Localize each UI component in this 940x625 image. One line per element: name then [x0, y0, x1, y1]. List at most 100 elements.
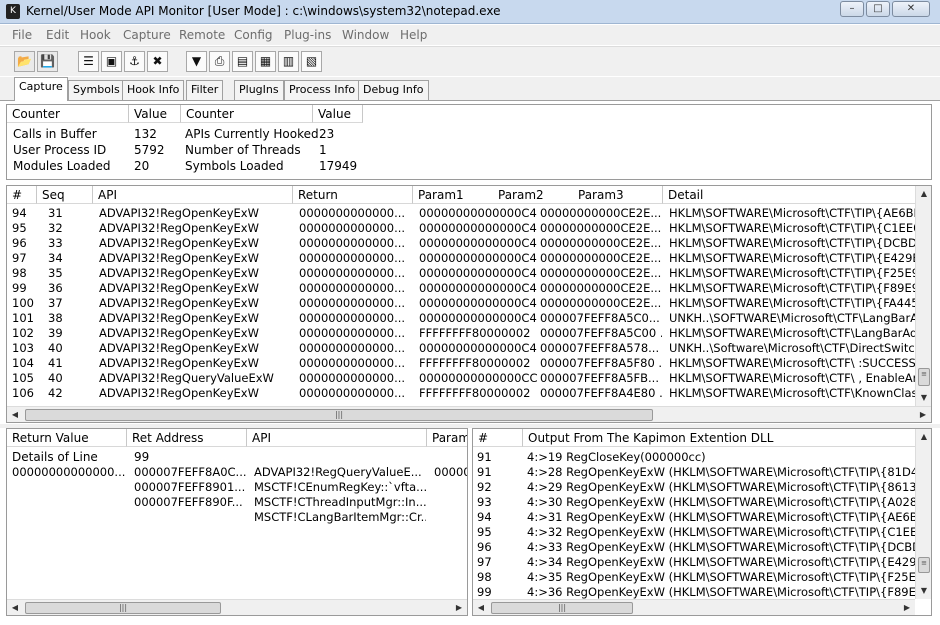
details-row[interactable]: 00000000000000... 000007FEFF8A0C... ADVAPI…	[7, 465, 467, 480]
details-row[interactable]: 000007FEFF8901... MSCTF!CEnumRegKey::`vft…	[7, 480, 467, 495]
process-icon[interactable]: ▦	[255, 51, 276, 72]
log-row[interactable]: 97 34 ADVAPI32!RegOpenKeyExW 0000000000000.…	[7, 251, 915, 266]
stop-capture-icon[interactable]: ▣	[101, 51, 122, 72]
column-header-number[interactable]: #	[473, 429, 523, 447]
maximize-button[interactable]: □	[866, 1, 890, 17]
column-header-value[interactable]: Value	[129, 105, 181, 123]
log-row[interactable]: 106 42 ADVAPI32!RegOpenKeyExW 0000000000000…	[7, 386, 915, 401]
tab-process-info[interactable]: Process Info	[284, 80, 361, 100]
column-header-ret-address[interactable]: Ret Address	[127, 429, 247, 447]
log-row[interactable]: 96 33 ADVAPI32!RegOpenKeyExW 0000000000000.…	[7, 236, 915, 251]
unhook-icon[interactable]: ✖	[147, 51, 168, 72]
thread-icon[interactable]: ▥	[278, 51, 299, 72]
menu-capture[interactable]: Capture	[123, 28, 171, 42]
column-header-counter-2[interactable]: Counter	[181, 105, 313, 123]
tab-plugins[interactable]: PlugIns	[234, 80, 284, 100]
column-header-value-2[interactable]: Value	[313, 105, 363, 123]
scroll-thumb[interactable]: |||	[25, 409, 653, 421]
column-header-param[interactable]: Param	[427, 429, 467, 447]
scroll-down-arrow-icon[interactable]: ▼	[916, 583, 931, 599]
column-header-counter[interactable]: Counter	[7, 105, 129, 123]
output-row[interactable]: 92 4:>29 RegOpenKeyExW (HKLM\SOFTWARE\Mic…	[473, 480, 915, 495]
document-icon[interactable]: ⎙	[209, 51, 230, 72]
log-row[interactable]: 103 40 ADVAPI32!RegOpenKeyExW 0000000000000…	[7, 341, 915, 356]
log-row[interactable]: 105 40 ADVAPI32!RegQueryValueExW 0000000000…	[7, 371, 915, 386]
details-row[interactable]: MSCTF!CLangBarItemMgr::Cr...	[7, 510, 467, 525]
scroll-right-arrow-icon[interactable]: ▶	[451, 600, 467, 615]
output-row[interactable]: 99 4:>36 RegOpenKeyExW (HKLM\SOFTWARE\Mic…	[473, 585, 915, 600]
menu-window[interactable]: Window	[342, 28, 389, 42]
output-vertical-scrollbar[interactable]: ▲ ≡ ▼	[915, 429, 931, 599]
filter-icon[interactable]: ▼	[186, 51, 207, 72]
list-view-icon[interactable]: ☰	[78, 51, 99, 72]
title-bar[interactable]: K Kernel/User Mode API Monitor [User Mod…	[0, 0, 940, 24]
log-vertical-scrollbar[interactable]: ▲ ≡ ▼	[915, 186, 931, 406]
output-row[interactable]: 91 4:>28 RegOpenKeyExW (HKLM\SOFTWARE\Mic…	[473, 465, 915, 480]
log-row[interactable]: 101 38 ADVAPI32!RegOpenKeyExW 0000000000000…	[7, 311, 915, 326]
api-log-list[interactable]: # Seq API Return Param1 Param2 Param3 De…	[6, 185, 932, 423]
column-header-seq[interactable]: Seq	[37, 186, 93, 204]
tab-capture[interactable]: Capture	[14, 77, 68, 101]
column-header-param1[interactable]: Param1	[413, 186, 493, 204]
log-row[interactable]: 94 31 ADVAPI32!RegOpenKeyExW 0000000000000.…	[7, 206, 915, 221]
tab-debug-info[interactable]: Debug Info	[358, 80, 429, 100]
close-button[interactable]: ✕	[892, 1, 930, 17]
column-header-param2[interactable]: Param2	[493, 186, 573, 204]
details-row[interactable]: 000007FEFF890F... MSCTF!CThreadInputMgr::…	[7, 495, 467, 510]
column-header-return-value[interactable]: Return Value	[7, 429, 127, 447]
scroll-thumb[interactable]: |||	[25, 602, 221, 614]
column-header-output[interactable]: Output From The Kapimon Extention DLL	[523, 429, 915, 447]
log-horizontal-scrollbar[interactable]: ◀ ||| ▶	[7, 406, 931, 422]
output-row[interactable]: 93 4:>30 RegOpenKeyExW (HKLM\SOFTWARE\Mic…	[473, 495, 915, 510]
details-horizontal-scrollbar[interactable]: ◀ ||| ▶	[7, 599, 467, 615]
log-row[interactable]: 100 37 ADVAPI32!RegOpenKeyExW 0000000000000…	[7, 296, 915, 311]
output-horizontal-scrollbar[interactable]: ◀ ||| ▶	[473, 599, 915, 615]
menu-file[interactable]: File	[12, 28, 32, 42]
menu-remote[interactable]: Remote	[179, 28, 225, 42]
output-row[interactable]: 96 4:>33 RegOpenKeyExW (HKLM\SOFTWARE\Mic…	[473, 540, 915, 555]
output-row[interactable]: 98 4:>35 RegOpenKeyExW (HKLM\SOFTWARE\Mic…	[473, 570, 915, 585]
column-header-return[interactable]: Return	[293, 186, 413, 204]
menu-edit[interactable]: Edit	[46, 28, 69, 42]
log-row[interactable]: 95 32 ADVAPI32!RegOpenKeyExW 0000000000000.…	[7, 221, 915, 236]
column-header-detail[interactable]: Detail	[663, 186, 917, 204]
scroll-down-arrow-icon[interactable]: ▼	[916, 390, 931, 406]
output-row[interactable]: 97 4:>34 RegOpenKeyExW (HKLM\SOFTWARE\Mic…	[473, 555, 915, 570]
tab-symbols[interactable]: Symbols	[68, 80, 125, 100]
open-icon[interactable]: 📂	[14, 51, 35, 72]
scroll-right-arrow-icon[interactable]: ▶	[899, 600, 915, 615]
scroll-thumb[interactable]: ≡	[918, 368, 930, 386]
scroll-up-arrow-icon[interactable]: ▲	[916, 429, 931, 445]
window-list-icon[interactable]: ▧	[301, 51, 322, 72]
log-row[interactable]: 102 39 ADVAPI32!RegOpenKeyExW 0000000000000…	[7, 326, 915, 341]
column-header-number[interactable]: #	[7, 186, 37, 204]
menu-plugins[interactable]: Plug-ins	[284, 28, 331, 42]
column-header-api[interactable]: API	[93, 186, 293, 204]
scroll-left-arrow-icon[interactable]: ◀	[473, 600, 489, 615]
menu-help[interactable]: Help	[400, 28, 427, 42]
scroll-thumb[interactable]: |||	[491, 602, 633, 614]
scroll-left-arrow-icon[interactable]: ◀	[7, 407, 23, 422]
output-row[interactable]: 95 4:>32 RegOpenKeyExW (HKLM\SOFTWARE\Mic…	[473, 525, 915, 540]
column-header-param3[interactable]: Param3	[573, 186, 663, 204]
tab-hook-info[interactable]: Hook Info	[122, 80, 185, 100]
scroll-up-arrow-icon[interactable]: ▲	[916, 186, 931, 202]
column-header-api[interactable]: API	[247, 429, 427, 447]
log-row[interactable]: 104 41 ADVAPI32!RegOpenKeyExW 0000000000000…	[7, 356, 915, 371]
scroll-right-arrow-icon[interactable]: ▶	[915, 407, 931, 422]
menu-hook[interactable]: Hook	[80, 28, 111, 42]
scroll-left-arrow-icon[interactable]: ◀	[7, 600, 23, 615]
plugin-output-panel[interactable]: # Output From The Kapimon Extention DLL …	[472, 428, 932, 616]
save-icon[interactable]: 💾	[37, 51, 58, 72]
output-row[interactable]: 91 4:>19 RegCloseKey(000000cc)	[473, 450, 915, 465]
log-row[interactable]: 98 35 ADVAPI32!RegOpenKeyExW 0000000000000.…	[7, 266, 915, 281]
scroll-thumb[interactable]: ≡	[918, 557, 930, 573]
log-row[interactable]: 99 36 ADVAPI32!RegOpenKeyExW 0000000000000.…	[7, 281, 915, 296]
tab-filter[interactable]: Filter	[186, 80, 224, 100]
call-details-panel[interactable]: Return Value Ret Address API Param Detai…	[6, 428, 468, 616]
hook-icon[interactable]: ⚓	[124, 51, 145, 72]
module-icon[interactable]: ▤	[232, 51, 253, 72]
minimize-button[interactable]: –	[840, 1, 864, 17]
menu-config[interactable]: Config	[234, 28, 273, 42]
output-row[interactable]: 94 4:>31 RegOpenKeyExW (HKLM\SOFTWARE\Mic…	[473, 510, 915, 525]
